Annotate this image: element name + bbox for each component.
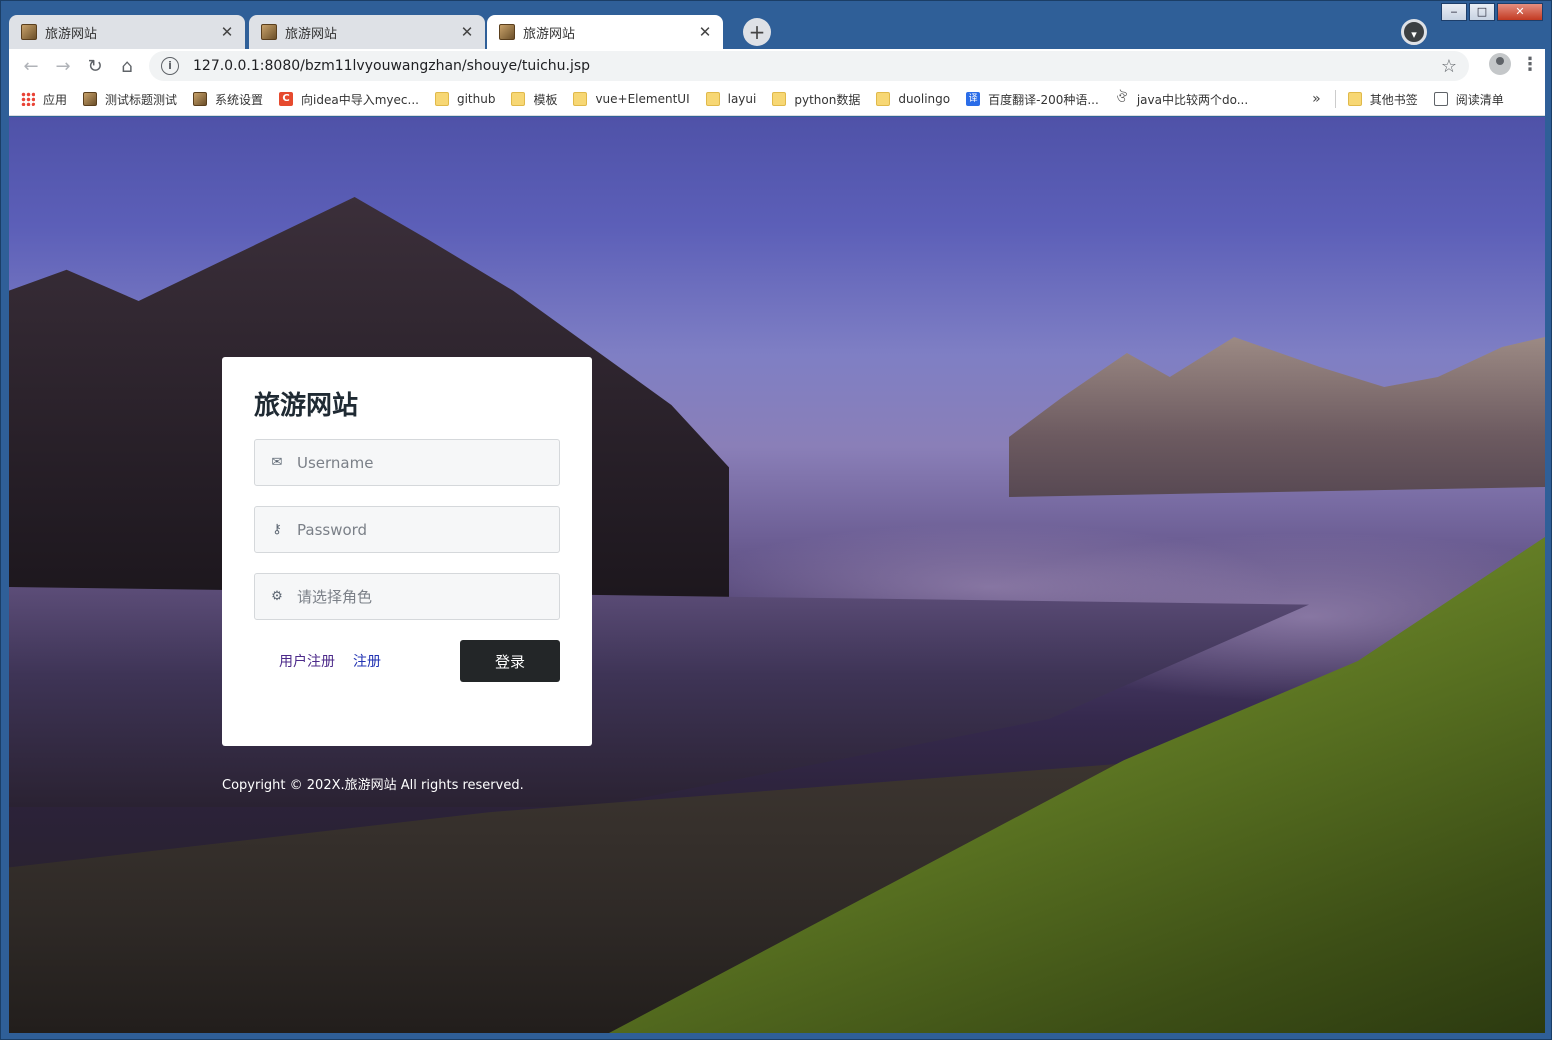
bookmark-item[interactable]: 测试标题测试: [83, 91, 177, 108]
login-card: 旅游网站 ✉ ⚷ ⚙ 用户注册 注册 登录: [222, 357, 592, 746]
site-info-icon[interactable]: i: [161, 57, 179, 75]
tab-title: 旅游网站: [285, 26, 338, 42]
role-select[interactable]: ⚙: [254, 573, 560, 620]
bookmark-label: 百度翻译-200种语...: [988, 92, 1099, 107]
bookmarks-bar: 应用 测试标题测试 系统设置 C 向idea中导入myec... github 模…: [9, 83, 1545, 116]
page-viewport: 旅游网站 ✉ ⚷ ⚙ 用户注册 注册 登录 Copyright © 202X.旅…: [9, 117, 1545, 1033]
close-window-button[interactable]: ✕: [1497, 3, 1543, 21]
folder-icon: [573, 92, 588, 106]
bookmark-label: 应用: [43, 92, 68, 107]
register-link[interactable]: 注册: [353, 651, 381, 671]
tab-1[interactable]: 旅游网站 ✕: [9, 15, 245, 49]
bookmark-folder[interactable]: python数据: [772, 91, 860, 108]
envelope-icon: ✉: [271, 455, 283, 470]
bookmarks-overflow-icon[interactable]: »: [1312, 91, 1321, 107]
profile-avatar-icon[interactable]: [1489, 53, 1511, 75]
apps-icon: [21, 92, 35, 106]
folder-icon: [772, 92, 787, 106]
reading-list-icon: [1433, 92, 1448, 106]
bookmarks-divider: [1334, 90, 1336, 108]
forward-arrow-icon[interactable]: →: [47, 56, 79, 77]
user-register-link[interactable]: 用户注册: [279, 651, 335, 671]
home-icon[interactable]: ⌂: [111, 56, 143, 77]
tab-title: 旅游网站: [523, 26, 576, 42]
window-controls: ‒ □ ✕: [1441, 3, 1543, 21]
site-favicon-icon: [21, 24, 37, 40]
bookmark-folder[interactable]: layui: [705, 92, 757, 106]
bookmark-label: 阅读清单: [1455, 92, 1504, 107]
login-title: 旅游网站: [254, 391, 359, 421]
bookmark-label: 测试标题测试: [105, 92, 178, 107]
site-icon: [83, 92, 98, 106]
reading-list[interactable]: 阅读清单: [1433, 91, 1504, 108]
tab-title: 旅游网站: [45, 26, 98, 42]
bookmark-folder[interactable]: vue+ElementUI: [573, 92, 690, 106]
url-text[interactable]: 127.0.0.1:8080/bzm11lvyouwangzhan/shouye…: [193, 58, 1441, 74]
bookmark-label: duolingo: [898, 92, 951, 106]
role-input[interactable]: [297, 587, 545, 606]
bookmark-star-icon[interactable]: ☆: [1441, 56, 1457, 77]
browser-toolbar: ← → ↻ ⌂ i 127.0.0.1:8080/bzm11lvyouwangz…: [9, 49, 1545, 83]
folder-icon: [511, 92, 526, 106]
bookmark-label: github: [456, 92, 496, 106]
address-bar[interactable]: i 127.0.0.1:8080/bzm11lvyouwangzhan/shou…: [149, 51, 1469, 81]
browser-window: ‒ □ ✕ 旅游网站 ✕ 旅游网站 ✕ 旅游网站 ✕ + ▾ ← → ↻ ⌂ i…: [0, 0, 1552, 1040]
maximize-button[interactable]: □: [1469, 3, 1495, 21]
bookmark-folder[interactable]: duolingo: [876, 92, 950, 106]
site-favicon-icon: [261, 24, 277, 40]
bookmark-label: 向idea中导入myec...: [301, 92, 419, 107]
bookmark-item[interactable]: 译百度翻译-200种语...: [966, 91, 1099, 108]
folder-icon: [434, 92, 449, 106]
site-icon: [193, 92, 208, 106]
password-input[interactable]: [297, 520, 545, 539]
background-mountain-right: [1009, 337, 1545, 497]
bookmark-label: layui: [727, 92, 757, 106]
login-actions: 用户注册 注册 登录: [254, 640, 560, 682]
bookmark-item[interactable]: 系统设置: [193, 91, 263, 108]
back-arrow-icon[interactable]: ←: [15, 56, 47, 77]
csdn-icon: C: [279, 92, 294, 106]
bookmark-folder[interactable]: github: [434, 92, 496, 106]
folder-icon: [1347, 92, 1362, 106]
bookmark-label: python数据: [794, 92, 861, 107]
tab-2[interactable]: 旅游网站 ✕: [249, 15, 485, 49]
username-input[interactable]: [297, 453, 545, 472]
login-button[interactable]: 登录: [460, 640, 560, 682]
bookmark-apps[interactable]: 应用: [21, 91, 67, 108]
other-bookmarks[interactable]: 其他书签: [1347, 91, 1418, 108]
bookmark-label: java中比较两个do...: [1136, 92, 1249, 107]
copyright-text: Copyright © 202X.旅游网站 All rights reserve…: [222, 778, 524, 793]
reload-icon[interactable]: ↻: [79, 56, 111, 77]
menu-dots-icon[interactable]: ⋮: [1521, 54, 1539, 75]
bookmark-label: vue+ElementUI: [595, 92, 690, 106]
key-icon: ⚷: [272, 522, 282, 537]
tab-close-icon[interactable]: ✕: [697, 23, 713, 41]
tab-close-icon[interactable]: ✕: [459, 23, 475, 41]
gears-icon: ⚙: [271, 589, 283, 604]
tab-strip: 旅游网站 ✕ 旅游网站 ✕ 旅游网站 ✕ + ▾: [9, 12, 1543, 49]
new-tab-button[interactable]: +: [743, 18, 771, 46]
bookmark-item[interactable]: ঔ java中比较两个do...: [1115, 91, 1248, 108]
toolbar-right: ⋮: [1489, 53, 1539, 75]
bookmark-label: 其他书签: [1369, 92, 1418, 107]
bookmark-item[interactable]: C 向idea中导入myec...: [279, 91, 419, 108]
password-field[interactable]: ⚷: [254, 506, 560, 553]
folder-icon: [705, 92, 720, 106]
bookmark-label: 模板: [533, 92, 558, 107]
bookmark-folder[interactable]: 模板: [511, 91, 557, 108]
site-favicon-icon: [499, 24, 515, 40]
bookmark-label: 系统设置: [215, 92, 264, 107]
baidu-translate-icon: 译: [966, 92, 981, 106]
minimize-button[interactable]: ‒: [1441, 3, 1467, 21]
tab-close-icon[interactable]: ✕: [219, 23, 235, 41]
username-field[interactable]: ✉: [254, 439, 560, 486]
java-icon: ঔ: [1116, 91, 1128, 106]
tab-3-active[interactable]: 旅游网站 ✕: [487, 15, 723, 49]
tab-search-icon[interactable]: ▾: [1401, 19, 1427, 45]
folder-icon: [876, 92, 891, 106]
